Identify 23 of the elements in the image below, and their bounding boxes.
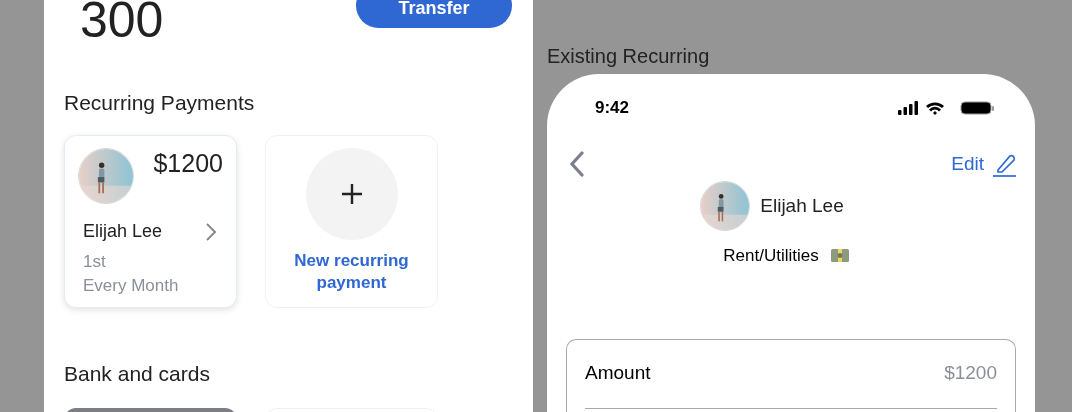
transfer-button[interactable]: Transfer bbox=[356, 0, 512, 28]
wifi-icon bbox=[926, 100, 944, 115]
section-heading: Bank and cards bbox=[64, 363, 211, 384]
payment-card[interactable]: $1200 Elijah Lee 1st Every Month bbox=[64, 135, 237, 308]
field-value: $1200 bbox=[944, 361, 997, 386]
back-icon[interactable] bbox=[569, 150, 585, 177]
category-label: Rent/Utilities bbox=[723, 245, 819, 267]
payee-name: Elijah Lee bbox=[760, 193, 844, 218]
balance-amount: 300 bbox=[80, 0, 164, 45]
signal-icon bbox=[898, 100, 918, 115]
section-title: Existing Recurring bbox=[547, 46, 711, 66]
chevron-right-icon bbox=[205, 221, 217, 242]
status-time: 9:42 bbox=[595, 97, 630, 119]
battery-icon bbox=[960, 100, 994, 115]
payee-name: Elijah Lee bbox=[83, 220, 163, 243]
payment-frequency: Every Month bbox=[82, 275, 180, 297]
payment-amount: $1200 bbox=[153, 151, 223, 176]
banknote-icon bbox=[830, 249, 849, 263]
edit-button[interactable]: Edit bbox=[951, 149, 1016, 178]
field-label: Amount bbox=[585, 361, 651, 386]
section-heading: Recurring Payments bbox=[64, 92, 256, 113]
new-payment-card[interactable]: New recurring payment bbox=[265, 135, 438, 308]
payment-day: 1st bbox=[78, 251, 223, 273]
